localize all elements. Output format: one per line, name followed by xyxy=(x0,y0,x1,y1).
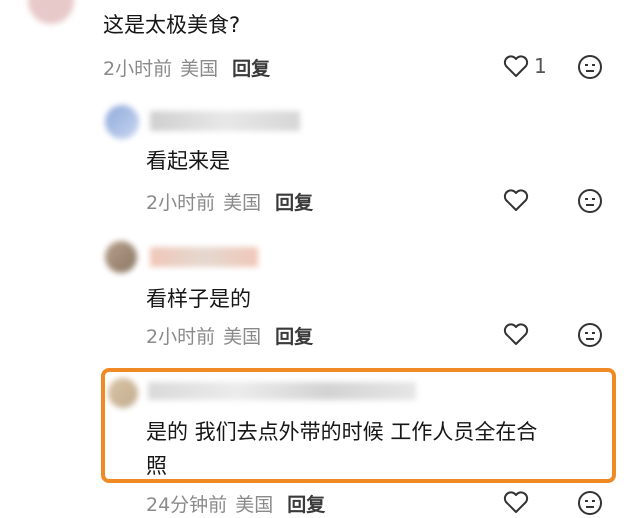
username-redacted xyxy=(150,247,258,267)
comment-text-line-2: 照 xyxy=(146,454,167,478)
comment-text: 看样子是的 xyxy=(146,287,251,311)
avatar[interactable] xyxy=(28,0,74,24)
comment-meta: 24分钟前 美国 回复 xyxy=(146,490,325,517)
comment-text: 这是太极美食? xyxy=(103,13,241,37)
username-redacted xyxy=(150,111,300,131)
avatar[interactable] xyxy=(105,105,139,139)
heart-icon[interactable] xyxy=(503,490,529,514)
heart-icon[interactable] xyxy=(503,188,529,212)
reply-button[interactable]: 回复 xyxy=(275,192,313,214)
reply-button[interactable]: 回复 xyxy=(287,494,325,516)
username-redacted xyxy=(148,382,416,400)
expressionless-face-icon[interactable] xyxy=(577,322,603,348)
comment-time: 2小时前 xyxy=(146,326,216,348)
expressionless-face-icon[interactable] xyxy=(577,490,603,516)
comment-text-line-1: 是的 我们去点外带的时候 工作人员全在合 xyxy=(146,420,538,444)
comment-location: 美国 xyxy=(223,192,262,214)
comment-location: 美国 xyxy=(180,58,219,80)
comment-meta: 2小时前 美国 回复 xyxy=(103,54,270,81)
avatar[interactable] xyxy=(108,378,138,408)
comment-time: 24分钟前 xyxy=(146,494,228,516)
comment-location: 美国 xyxy=(223,326,262,348)
comment-meta: 2小时前 美国 回复 xyxy=(146,322,313,349)
like-count: 1 xyxy=(534,54,547,78)
comment-time: 2小时前 xyxy=(146,192,216,214)
heart-icon[interactable] xyxy=(503,322,529,346)
reply-button[interactable]: 回复 xyxy=(232,58,270,80)
reply-button[interactable]: 回复 xyxy=(275,326,313,348)
heart-icon[interactable] xyxy=(503,54,529,78)
expressionless-face-icon[interactable] xyxy=(577,188,603,214)
avatar[interactable] xyxy=(105,241,137,273)
comment-text: 看起来是 xyxy=(146,149,230,173)
expressionless-face-icon[interactable] xyxy=(577,54,603,80)
comment-time: 2小时前 xyxy=(103,58,173,80)
comment-meta: 2小时前 美国 回复 xyxy=(146,188,313,215)
comment-location: 美国 xyxy=(235,494,274,516)
